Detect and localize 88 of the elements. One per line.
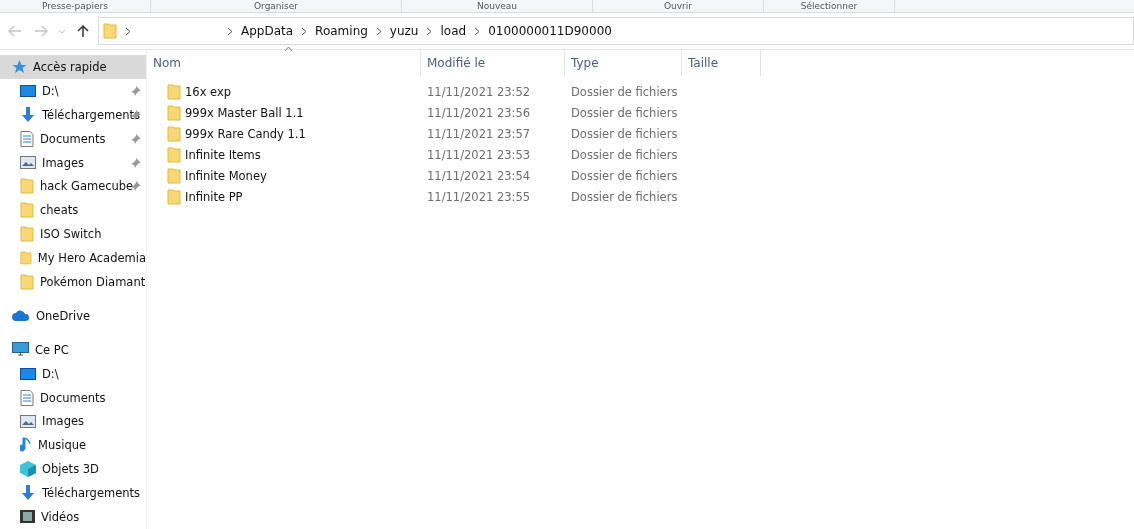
sidebar-item[interactable]: Images (0, 150, 146, 175)
star-icon (12, 59, 27, 74)
sidebar-section[interactable]: Accès rapide (0, 55, 146, 79)
chevron-icon (125, 26, 131, 36)
picture-icon (20, 414, 36, 428)
ribbon-group-label: Sélectionner (764, 0, 895, 12)
folder-icon (20, 273, 34, 290)
right-arrow-icon (34, 25, 48, 37)
date-cell-text: 11/11/2021 23:56 (426, 105, 532, 120)
music-note-icon (20, 437, 32, 454)
column-header[interactable]: Type (565, 50, 682, 76)
chevron-icon (375, 26, 382, 36)
sidebar-item[interactable]: Documents (0, 385, 146, 410)
sidebar-section[interactable]: OneDrive (0, 303, 146, 328)
sidebar-item[interactable]: Pokémon Diamant (0, 270, 146, 294)
sidebar-item[interactable]: D:\ (0, 361, 146, 386)
sidebar-item[interactable]: Téléchargements (0, 102, 146, 127)
sidebar-item[interactable]: Vidéos (0, 505, 146, 529)
sidebar-item[interactable]: Objets 3D (0, 457, 146, 482)
folder-icon (20, 250, 32, 267)
picture-icon (20, 156, 36, 169)
sidebar-item[interactable]: D:\ (0, 78, 146, 103)
column-header[interactable]: Taille (682, 50, 761, 76)
chevron-icon (426, 26, 433, 36)
folder-icon (20, 226, 34, 243)
folder-icon (167, 104, 181, 121)
breadcrumb-item[interactable]: load (440, 24, 467, 38)
date-cell-text: 11/11/2021 23:52 (426, 84, 532, 99)
breadcrumb-item[interactable]: 0100000011D90000 (488, 24, 612, 38)
address-bar[interactable]: AppData Roaming yuzu load 0100000011D90000 (98, 17, 1134, 45)
sidebar-item[interactable]: Téléchargements (0, 481, 146, 506)
type-cell-text: Dossier de fichiers (570, 84, 679, 99)
breadcrumb-item[interactable]: yuzu (389, 24, 419, 38)
left-arrow-icon (8, 25, 22, 37)
sidebar-item[interactable]: hack Gamecube (0, 174, 146, 199)
download-arrow-icon (20, 106, 36, 123)
chevron-icon (474, 26, 481, 36)
type-cell-text: Dossier de fichiers (570, 105, 679, 120)
drive-icon (20, 367, 36, 380)
column-header[interactable]: Modifié le (421, 50, 565, 76)
file-name-cell[interactable]: Infinite PP (147, 188, 421, 205)
breadcrumb-item[interactable]: AppData (241, 24, 294, 38)
ribbon-group-label: Ouvrir (593, 0, 764, 12)
chevron-icon (301, 26, 308, 36)
folder-icon (20, 202, 34, 219)
date-cell-text: 11/11/2021 23:53 (426, 147, 532, 162)
sidebar-item[interactable]: Musique (0, 433, 146, 458)
date-cell-text: 11/11/2021 23:57 (426, 126, 532, 141)
sidebar-item[interactable]: My Hero Academia (0, 246, 146, 270)
folder-icon (167, 146, 181, 163)
cube-icon (20, 461, 36, 478)
sidebar-item[interactable]: cheats (0, 198, 146, 223)
sidebar-item[interactable]: ISO Switch (0, 222, 146, 247)
file-name-cell[interactable]: Infinite Money (147, 167, 421, 184)
ribbon-group-label: Presse-papiers (0, 0, 151, 12)
folder-icon (167, 167, 181, 184)
date-cell-text: 11/11/2021 23:55 (426, 189, 532, 204)
date-cell-text: 11/11/2021 23:54 (426, 168, 532, 183)
sidebar-item[interactable]: Documents (0, 126, 146, 151)
film-icon (20, 510, 35, 524)
ribbon-group-label: Nouveau (402, 0, 593, 12)
sidebar-item[interactable]: Images (0, 409, 146, 434)
computer-icon (12, 342, 29, 358)
caret-icon (58, 28, 66, 34)
folder-icon (167, 83, 181, 100)
folder-icon (103, 23, 117, 39)
type-cell-text: Dossier de fichiers (570, 168, 679, 183)
type-cell-text: Dossier de fichiers (570, 147, 679, 162)
folder-icon (167, 188, 181, 205)
drive-icon (20, 84, 36, 97)
file-name-cell[interactable]: 999x Rare Candy 1.1 (147, 125, 421, 142)
chevron-icon (227, 26, 233, 36)
cloud-icon (12, 310, 30, 322)
folder-icon (167, 125, 181, 142)
download-arrow-icon (20, 485, 36, 502)
up-arrow-icon (77, 24, 89, 38)
file-name-cell[interactable]: 999x Master Ball 1.1 (147, 104, 421, 121)
sidebar-section[interactable]: Ce PC (0, 337, 146, 362)
type-cell-text: Dossier de fichiers (570, 126, 679, 141)
file-name-cell[interactable]: Infinite Items (147, 146, 421, 163)
document-icon (20, 389, 34, 406)
column-header[interactable]: Nom (147, 50, 421, 76)
breadcrumb-item[interactable]: Roaming (315, 24, 368, 38)
folder-icon (20, 178, 34, 195)
file-name-cell[interactable]: 16x exp (147, 83, 421, 100)
ribbon-group-label: Organiser (151, 0, 402, 12)
type-cell-text: Dossier de fichiers (570, 189, 679, 204)
document-icon (20, 130, 34, 147)
